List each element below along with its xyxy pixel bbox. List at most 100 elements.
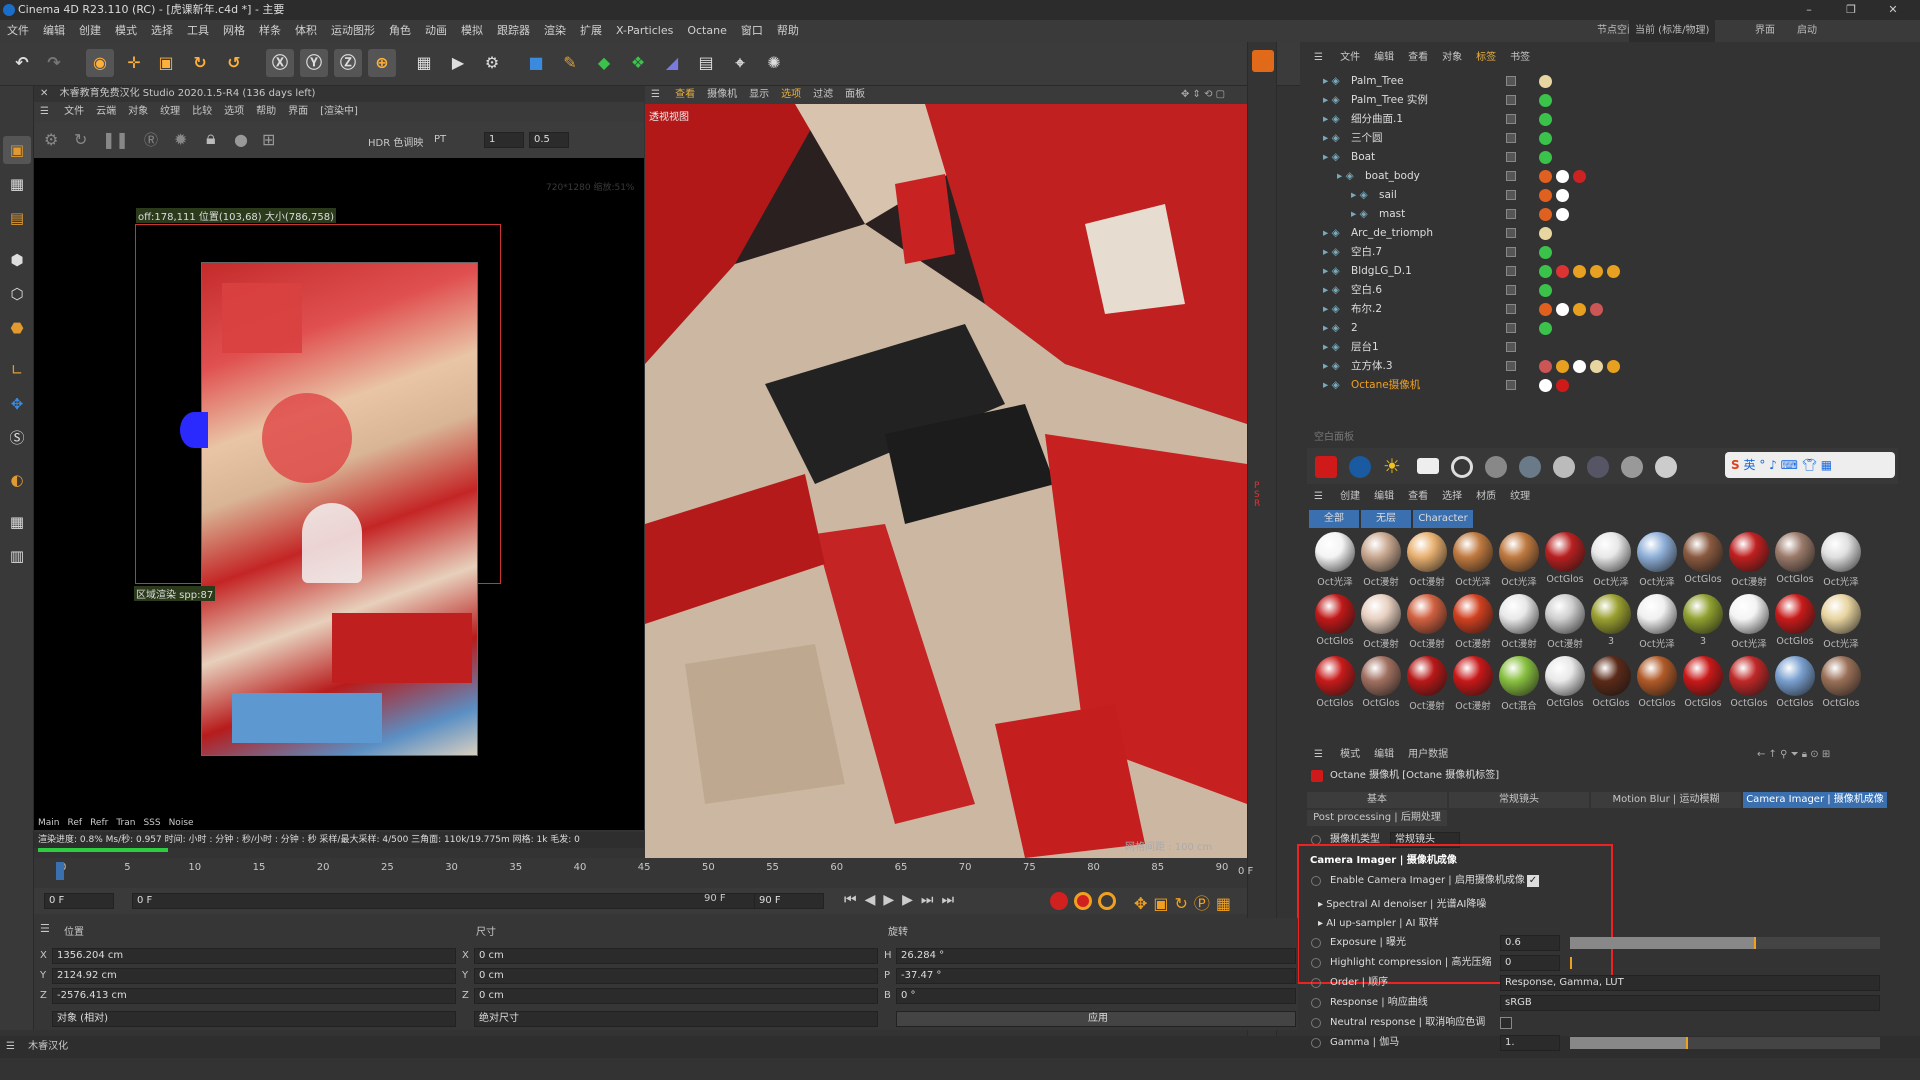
- hamburger-icon[interactable]: ☰: [651, 89, 660, 100]
- mm-menu-edit[interactable]: 编辑: [1374, 491, 1394, 502]
- visibility-toggle[interactable]: [1506, 380, 1516, 390]
- position-z-field[interactable]: -2576.413 cm: [52, 988, 456, 1004]
- live-selection-icon[interactable]: ◉: [86, 49, 114, 77]
- tab-all[interactable]: 全部: [1309, 510, 1359, 528]
- material-label[interactable]: Oct光泽: [1496, 574, 1542, 588]
- tab-ref[interactable]: Ref: [68, 818, 83, 828]
- tab-basic[interactable]: 基本: [1307, 792, 1447, 808]
- axis-mode-icon[interactable]: ∟: [3, 356, 31, 384]
- object-name[interactable]: 2: [1351, 319, 1358, 338]
- material-ball[interactable]: [1821, 656, 1861, 696]
- gamma-field[interactable]: 1.: [1500, 1035, 1560, 1051]
- material-ball[interactable]: [1315, 532, 1355, 572]
- minimize-button[interactable]: –: [1794, 0, 1824, 20]
- material-label[interactable]: Oct漫射: [1542, 636, 1588, 650]
- object-row[interactable]: ▸ ◈ 空白.6: [1307, 281, 1898, 300]
- material-ball[interactable]: [1545, 656, 1585, 696]
- z-axis-icon[interactable]: Ⓩ: [334, 49, 362, 77]
- material-ball[interactable]: [1499, 656, 1539, 696]
- tag-icon[interactable]: [1539, 322, 1552, 335]
- tag-icon[interactable]: [1539, 132, 1552, 145]
- object-type-icon[interactable]: ▸ ◈: [1323, 148, 1340, 167]
- material-ball[interactable]: [1775, 532, 1815, 572]
- playback-controls[interactable]: ⏮◀▶▶⏭⏭: [844, 892, 962, 908]
- camera-icon[interactable]: ⌖: [726, 49, 754, 77]
- material-ball[interactable]: [1821, 594, 1861, 634]
- menu-mograph[interactable]: 运动图形: [331, 24, 375, 37]
- tab-camera-imager[interactable]: Camera Imager | 摄像机成像: [1743, 792, 1887, 808]
- tab-refr[interactable]: Refr: [90, 818, 108, 828]
- mm-menu-create[interactable]: 创建: [1340, 491, 1360, 502]
- tag-icon[interactable]: [1607, 265, 1620, 278]
- floor-icon[interactable]: ▤: [692, 49, 720, 77]
- tag-icon[interactable]: [1539, 360, 1552, 373]
- menu-octane[interactable]: Octane: [687, 24, 727, 37]
- lock-icon[interactable]: 🔒︎: [206, 128, 216, 149]
- param-anim-dot[interactable]: [1311, 1018, 1321, 1028]
- object-type-icon[interactable]: ▸ ◈: [1323, 243, 1340, 262]
- vp-menu-filter[interactable]: 过滤: [813, 89, 833, 100]
- portal-ball-icon[interactable]: [1621, 456, 1643, 478]
- frame-current-field[interactable]: 0 F: [132, 893, 762, 909]
- material-label[interactable]: Oct混合: [1496, 698, 1542, 712]
- neutral-response-checkbox[interactable]: [1500, 1017, 1512, 1029]
- vp-menu-display[interactable]: 显示: [749, 89, 769, 100]
- object-name[interactable]: 空白.7: [1351, 243, 1382, 262]
- object-type-icon[interactable]: ▸ ◈: [1323, 224, 1340, 243]
- cloner-icon[interactable]: ❖: [624, 49, 652, 77]
- menu-simulate[interactable]: 模拟: [461, 24, 483, 37]
- highlight-compression-field[interactable]: 0: [1500, 955, 1560, 971]
- object-name[interactable]: Boat: [1351, 148, 1375, 167]
- object-type-icon[interactable]: ▸ ◈: [1323, 376, 1340, 395]
- visibility-toggle[interactable]: [1506, 361, 1516, 371]
- object-row[interactable]: ▸ ◈ 空白.7: [1307, 243, 1898, 262]
- material-ball[interactable]: [1591, 594, 1631, 634]
- material-label[interactable]: OctGlos: [1772, 574, 1818, 585]
- visibility-toggle[interactable]: [1506, 95, 1516, 105]
- position-x-field[interactable]: 1356.204 cm: [52, 948, 456, 964]
- am-menu-mode[interactable]: 模式: [1340, 749, 1360, 760]
- hamburger-icon[interactable]: ☰: [6, 1041, 15, 1052]
- mix-ball-icon[interactable]: [1587, 456, 1609, 478]
- menu-render[interactable]: 渲染: [544, 24, 566, 37]
- vp-menu-cameras[interactable]: 摄像机: [707, 89, 737, 100]
- tag-icon[interactable]: [1556, 379, 1569, 392]
- lv-menu-options[interactable]: 选项: [224, 106, 244, 117]
- object-row[interactable]: ▸ ◈ Palm_Tree 实例: [1307, 91, 1898, 110]
- hamburger-icon[interactable]: ☰: [40, 922, 50, 935]
- object-type-icon[interactable]: ▸ ◈: [1323, 300, 1340, 319]
- material-label[interactable]: OctGlos: [1542, 698, 1588, 709]
- menu-mesh[interactable]: 网格: [223, 24, 245, 37]
- object-row[interactable]: ▸ ◈ 布尔.2: [1307, 300, 1898, 319]
- vp-menu-panel[interactable]: 面板: [845, 89, 865, 100]
- settings-gear-icon[interactable]: ⚙: [44, 130, 58, 149]
- tag-icon[interactable]: [1573, 170, 1586, 183]
- tag-icon[interactable]: [1539, 75, 1552, 88]
- object-name[interactable]: 三个圆: [1351, 129, 1383, 148]
- menu-mode[interactable]: 模式: [115, 24, 137, 37]
- material-ball[interactable]: [1453, 532, 1493, 572]
- object-row[interactable]: ▸ ◈ Boat: [1307, 148, 1898, 167]
- material-label[interactable]: OctGlos: [1726, 698, 1772, 709]
- rotation-p-field[interactable]: -37.47 °: [896, 968, 1296, 984]
- tag-icon[interactable]: [1539, 170, 1552, 183]
- object-row[interactable]: ▸ ◈ 立方体.3: [1307, 357, 1898, 376]
- visibility-toggle[interactable]: [1506, 266, 1516, 276]
- gear-icon[interactable]: ✹: [174, 130, 187, 149]
- material-ball[interactable]: [1499, 532, 1539, 572]
- material-label[interactable]: OctGlos: [1312, 698, 1358, 709]
- octane-logo-icon[interactable]: [1252, 50, 1274, 72]
- tag-icon[interactable]: [1539, 208, 1552, 221]
- sphere-icon[interactable]: ●: [234, 130, 248, 149]
- y-axis-icon[interactable]: Ⓨ: [300, 49, 328, 77]
- material-label[interactable]: Oct光泽: [1588, 574, 1634, 588]
- object-row[interactable]: ▸ ◈ Arc_de_triomph: [1307, 224, 1898, 243]
- tab-tran[interactable]: Tran: [116, 818, 135, 828]
- object-type-icon[interactable]: ▸ ◈: [1323, 129, 1340, 148]
- layout-select[interactable]: 当前 (标准/物理): [1629, 20, 1716, 42]
- object-name[interactable]: mast: [1379, 205, 1405, 224]
- material-label[interactable]: Oct光泽: [1634, 574, 1680, 588]
- param-anim-dot[interactable]: [1311, 998, 1321, 1008]
- material-label[interactable]: OctGlos: [1312, 636, 1358, 647]
- object-name[interactable]: Palm_Tree: [1351, 72, 1404, 91]
